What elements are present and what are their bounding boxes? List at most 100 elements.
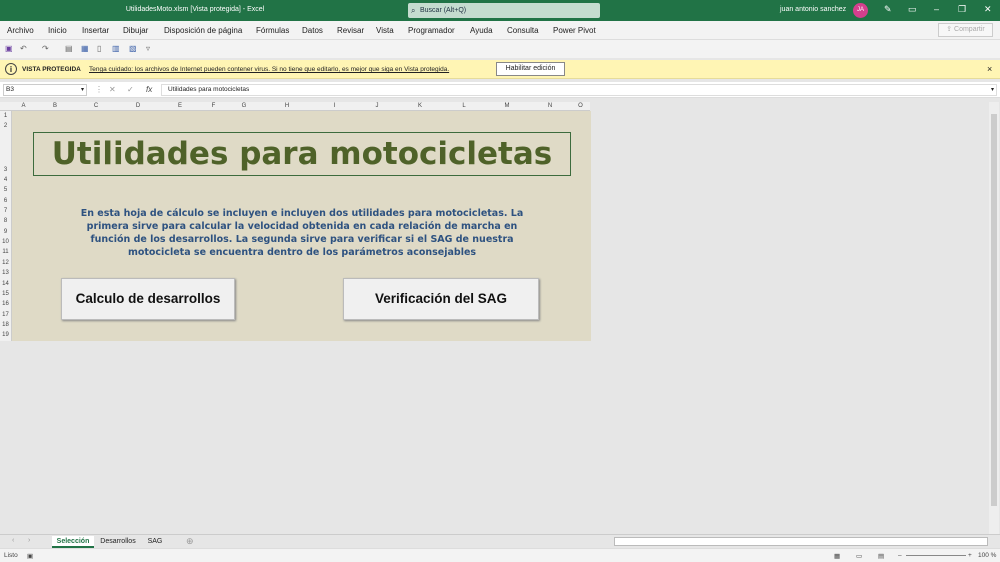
share-button[interactable]: ⇪ Compartir <box>938 23 993 37</box>
row-header[interactable]: 2 <box>0 123 11 129</box>
search-box[interactable]: ⌕ Buscar (Alt+Q) <box>408 3 600 18</box>
expand-formula-icon[interactable]: ▾ <box>991 85 994 95</box>
zoom-slider[interactable] <box>906 555 966 556</box>
close-bar-icon[interactable]: × <box>987 64 992 74</box>
minimize-icon[interactable]: – <box>934 4 939 14</box>
row-header[interactable]: 7 <box>0 208 11 214</box>
window-title: UtilidadesMoto.xlsm [Vista protegida] - … <box>125 6 265 13</box>
table-icon[interactable]: ▥ <box>112 44 120 53</box>
prev-sheet-icon[interactable]: ‹ <box>12 537 14 544</box>
tab-revisar[interactable]: Revisar <box>337 26 364 35</box>
page-break-icon[interactable]: ▤ <box>878 552 884 560</box>
protected-view-message[interactable]: Tenga cuidado: los archivos de Internet … <box>89 66 449 73</box>
row-header[interactable]: 3 <box>0 167 11 173</box>
scroll-thumb[interactable] <box>991 114 997 506</box>
enter-icon[interactable]: ✓ <box>127 85 134 94</box>
col-header[interactable]: C <box>75 103 117 109</box>
col-header[interactable]: H <box>262 103 312 109</box>
formula-input[interactable]: Utilidades para motocicletas ▾ <box>161 84 997 96</box>
cancel-icon[interactable]: ✕ <box>109 85 116 94</box>
col-header[interactable]: F <box>201 103 226 109</box>
tab-consulta[interactable]: Consulta <box>507 26 539 35</box>
tab-ayuda[interactable]: Ayuda <box>470 26 493 35</box>
row-header[interactable]: 9 <box>0 229 11 235</box>
function-icon[interactable]: fx <box>146 85 152 94</box>
row-header[interactable]: 11 <box>0 249 11 255</box>
add-sheet-icon[interactable]: ⊕ <box>186 536 194 547</box>
col-header[interactable]: E <box>159 103 201 109</box>
customize-qat-icon[interactable]: ▿ <box>146 44 150 53</box>
col-header[interactable]: O <box>571 103 590 109</box>
zoom-level[interactable]: 100 % <box>978 552 996 559</box>
row-header[interactable]: 16 <box>0 301 11 307</box>
col-header[interactable]: J <box>357 103 397 109</box>
zoom-in-icon[interactable]: + <box>968 552 972 559</box>
sheet-tab-seleccion[interactable]: Selección <box>52 536 94 548</box>
row-header[interactable]: 8 <box>0 218 11 224</box>
row-header[interactable]: 17 <box>0 312 11 318</box>
tab-datos[interactable]: Datos <box>302 26 323 35</box>
horizontal-scrollbar[interactable] <box>614 537 988 546</box>
normal-view-icon[interactable]: ▦ <box>834 552 840 560</box>
row-header[interactable]: 15 <box>0 291 11 297</box>
col-header[interactable]: B <box>35 103 75 109</box>
sheet-title[interactable]: Utilidades para motocicletas <box>33 132 571 176</box>
row-header[interactable]: 4 <box>0 177 11 183</box>
print-preview-icon[interactable]: ▤ <box>65 44 73 53</box>
col-header[interactable]: D <box>117 103 159 109</box>
enable-editing-button[interactable]: Habilitar edición <box>496 62 565 76</box>
tab-insertar[interactable]: Insertar <box>82 26 109 35</box>
col-header[interactable]: M <box>485 103 529 109</box>
tab-formulas[interactable]: Fórmulas <box>256 26 289 35</box>
row-header[interactable]: 5 <box>0 187 11 193</box>
restore-icon[interactable]: ❐ <box>958 4 966 15</box>
chevron-down-icon[interactable]: ▾ <box>81 85 84 95</box>
tab-programador[interactable]: Programador <box>408 26 455 35</box>
row-header[interactable]: 1 <box>0 113 11 119</box>
sheet-tab-sag[interactable]: SAG <box>144 536 166 548</box>
row-header[interactable]: 6 <box>0 198 11 204</box>
accessibility-icon[interactable]: ▣ <box>27 552 33 560</box>
user-name[interactable]: juan antonio sanchez <box>780 6 846 13</box>
chart-icon[interactable]: ▧ <box>129 44 137 53</box>
sheet-tab-desarrollos[interactable]: Desarrollos <box>96 536 140 548</box>
row-header[interactable]: 12 <box>0 260 11 266</box>
undo-icon[interactable]: ↶ <box>20 44 27 53</box>
tab-inicio[interactable]: Inicio <box>48 26 67 35</box>
row-header[interactable]: 19 <box>0 332 11 338</box>
page-layout-icon[interactable]: ▭ <box>856 552 862 560</box>
col-header[interactable]: G <box>226 103 262 109</box>
close-icon[interactable]: ✕ <box>984 4 992 15</box>
tab-power-pivot[interactable]: Power Pivot <box>553 26 596 35</box>
pen-icon[interactable]: ✎ <box>884 4 892 15</box>
zoom-out-icon[interactable]: – <box>898 552 902 559</box>
col-header[interactable]: L <box>443 103 485 109</box>
tab-vista[interactable]: Vista <box>376 26 394 35</box>
verificacion-sag-button[interactable]: Verificación del SAG <box>343 278 539 320</box>
save-icon[interactable]: ▣ <box>5 44 13 53</box>
row-header[interactable]: 14 <box>0 281 11 287</box>
calculo-desarrollos-button[interactable]: Calculo de desarrollos <box>61 278 235 320</box>
tab-disposicion[interactable]: Disposición de página <box>164 26 242 35</box>
redo-icon[interactable]: ↷ <box>42 44 49 53</box>
col-header[interactable]: K <box>397 103 443 109</box>
worksheet-grid[interactable]: A B C D E F G H I J K L M N O 1 2 3 4 5 … <box>0 102 988 532</box>
search-icon: ⌕ <box>411 6 416 15</box>
row-header[interactable]: 13 <box>0 270 11 276</box>
row-header[interactable]: 10 <box>0 239 11 245</box>
status-bar: Listo ▣ ▦ ▭ ▤ – + 100 % <box>0 548 1000 562</box>
row-header[interactable]: 18 <box>0 322 11 328</box>
col-header[interactable]: N <box>529 103 571 109</box>
next-sheet-icon[interactable]: › <box>28 537 30 544</box>
name-box[interactable]: B3 ▾ <box>3 84 87 96</box>
col-header[interactable]: A <box>12 103 35 109</box>
tab-dibujar[interactable]: Dibujar <box>123 26 148 35</box>
new-icon[interactable]: ▯ <box>97 44 101 53</box>
form-icon[interactable]: ▦ <box>81 44 89 53</box>
avatar[interactable]: JA <box>853 3 868 18</box>
ribbon-display-icon[interactable]: ▭ <box>908 4 917 15</box>
vertical-scrollbar[interactable] <box>989 102 999 534</box>
tab-archivo[interactable]: Archivo <box>7 26 34 35</box>
col-header[interactable]: I <box>312 103 357 109</box>
sheet-canvas[interactable]: Utilidades para motocicletas En esta hoj… <box>12 111 591 341</box>
